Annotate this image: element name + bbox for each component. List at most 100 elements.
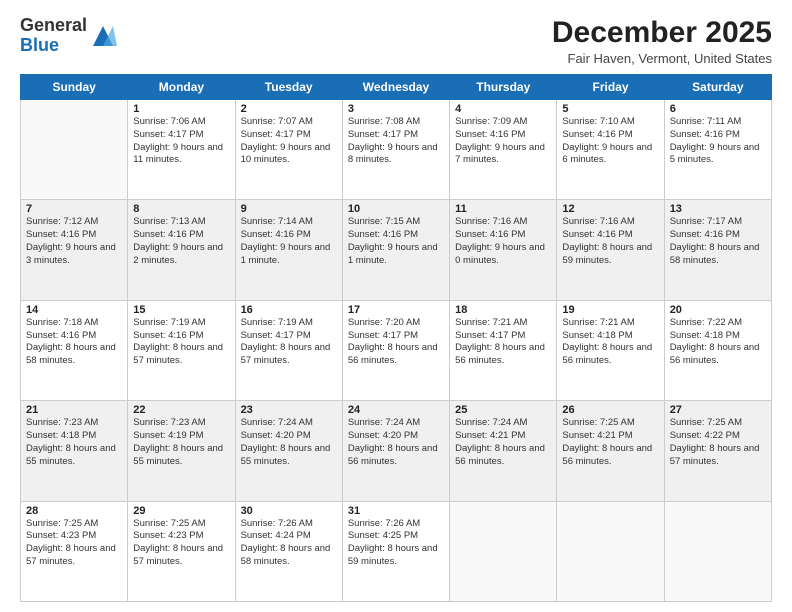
logo-blue: Blue (20, 35, 59, 55)
location: Fair Haven, Vermont, United States (552, 51, 772, 66)
weekday-header-sunday: Sunday (21, 75, 128, 100)
day-number: 9 (241, 203, 337, 215)
day-number: 19 (562, 304, 658, 316)
calendar-cell: 28Sunrise: 7:25 AMSunset: 4:23 PMDayligh… (21, 501, 128, 601)
day-info: Sunrise: 7:21 AMSunset: 4:18 PMDaylight:… (562, 317, 658, 368)
calendar-cell: 23Sunrise: 7:24 AMSunset: 4:20 PMDayligh… (235, 401, 342, 501)
day-info: Sunrise: 7:21 AMSunset: 4:17 PMDaylight:… (455, 317, 551, 368)
day-info: Sunrise: 7:11 AMSunset: 4:16 PMDaylight:… (670, 116, 766, 167)
day-info: Sunrise: 7:15 AMSunset: 4:16 PMDaylight:… (348, 216, 444, 267)
day-number: 12 (562, 203, 658, 215)
day-info: Sunrise: 7:19 AMSunset: 4:16 PMDaylight:… (133, 317, 229, 368)
weekday-header-tuesday: Tuesday (235, 75, 342, 100)
day-number: 5 (562, 103, 658, 115)
day-number: 7 (26, 203, 122, 215)
calendar-cell (557, 501, 664, 601)
day-number: 20 (670, 304, 766, 316)
month-title: December 2025 (552, 16, 772, 49)
calendar-cell: 2Sunrise: 7:07 AMSunset: 4:17 PMDaylight… (235, 100, 342, 200)
day-number: 4 (455, 103, 551, 115)
calendar-cell: 13Sunrise: 7:17 AMSunset: 4:16 PMDayligh… (664, 200, 771, 300)
day-number: 25 (455, 404, 551, 416)
day-info: Sunrise: 7:25 AMSunset: 4:23 PMDaylight:… (26, 518, 122, 569)
day-info: Sunrise: 7:10 AMSunset: 4:16 PMDaylight:… (562, 116, 658, 167)
weekday-header-friday: Friday (557, 75, 664, 100)
day-number: 30 (241, 505, 337, 517)
calendar-cell: 27Sunrise: 7:25 AMSunset: 4:22 PMDayligh… (664, 401, 771, 501)
day-info: Sunrise: 7:25 AMSunset: 4:21 PMDaylight:… (562, 417, 658, 468)
day-number: 2 (241, 103, 337, 115)
calendar-cell (21, 100, 128, 200)
weekday-header-row: SundayMondayTuesdayWednesdayThursdayFrid… (21, 75, 772, 100)
calendar-cell: 11Sunrise: 7:16 AMSunset: 4:16 PMDayligh… (450, 200, 557, 300)
day-number: 23 (241, 404, 337, 416)
day-info: Sunrise: 7:22 AMSunset: 4:18 PMDaylight:… (670, 317, 766, 368)
calendar-cell: 5Sunrise: 7:10 AMSunset: 4:16 PMDaylight… (557, 100, 664, 200)
day-info: Sunrise: 7:20 AMSunset: 4:17 PMDaylight:… (348, 317, 444, 368)
day-number: 24 (348, 404, 444, 416)
day-number: 3 (348, 103, 444, 115)
calendar-week-row: 28Sunrise: 7:25 AMSunset: 4:23 PMDayligh… (21, 501, 772, 601)
calendar-cell: 9Sunrise: 7:14 AMSunset: 4:16 PMDaylight… (235, 200, 342, 300)
day-number: 14 (26, 304, 122, 316)
day-number: 6 (670, 103, 766, 115)
calendar-week-row: 7Sunrise: 7:12 AMSunset: 4:16 PMDaylight… (21, 200, 772, 300)
day-info: Sunrise: 7:25 AMSunset: 4:23 PMDaylight:… (133, 518, 229, 569)
logo-icon (89, 22, 117, 50)
day-number: 21 (26, 404, 122, 416)
day-number: 16 (241, 304, 337, 316)
calendar-cell: 31Sunrise: 7:26 AMSunset: 4:25 PMDayligh… (342, 501, 449, 601)
calendar-cell: 16Sunrise: 7:19 AMSunset: 4:17 PMDayligh… (235, 300, 342, 400)
day-number: 8 (133, 203, 229, 215)
day-number: 11 (455, 203, 551, 215)
calendar-cell: 8Sunrise: 7:13 AMSunset: 4:16 PMDaylight… (128, 200, 235, 300)
day-number: 15 (133, 304, 229, 316)
day-number: 31 (348, 505, 444, 517)
day-info: Sunrise: 7:24 AMSunset: 4:20 PMDaylight:… (348, 417, 444, 468)
day-number: 28 (26, 505, 122, 517)
calendar-cell: 29Sunrise: 7:25 AMSunset: 4:23 PMDayligh… (128, 501, 235, 601)
weekday-header-wednesday: Wednesday (342, 75, 449, 100)
day-info: Sunrise: 7:26 AMSunset: 4:24 PMDaylight:… (241, 518, 337, 569)
calendar-cell: 25Sunrise: 7:24 AMSunset: 4:21 PMDayligh… (450, 401, 557, 501)
calendar-cell: 7Sunrise: 7:12 AMSunset: 4:16 PMDaylight… (21, 200, 128, 300)
day-info: Sunrise: 7:17 AMSunset: 4:16 PMDaylight:… (670, 216, 766, 267)
calendar-cell: 21Sunrise: 7:23 AMSunset: 4:18 PMDayligh… (21, 401, 128, 501)
day-info: Sunrise: 7:16 AMSunset: 4:16 PMDaylight:… (455, 216, 551, 267)
calendar-cell: 17Sunrise: 7:20 AMSunset: 4:17 PMDayligh… (342, 300, 449, 400)
calendar-cell: 14Sunrise: 7:18 AMSunset: 4:16 PMDayligh… (21, 300, 128, 400)
day-number: 27 (670, 404, 766, 416)
calendar-cell: 6Sunrise: 7:11 AMSunset: 4:16 PMDaylight… (664, 100, 771, 200)
weekday-header-monday: Monday (128, 75, 235, 100)
calendar-week-row: 1Sunrise: 7:06 AMSunset: 4:17 PMDaylight… (21, 100, 772, 200)
day-number: 1 (133, 103, 229, 115)
logo-general: General (20, 15, 87, 35)
day-number: 17 (348, 304, 444, 316)
day-info: Sunrise: 7:08 AMSunset: 4:17 PMDaylight:… (348, 116, 444, 167)
calendar-cell: 24Sunrise: 7:24 AMSunset: 4:20 PMDayligh… (342, 401, 449, 501)
day-info: Sunrise: 7:18 AMSunset: 4:16 PMDaylight:… (26, 317, 122, 368)
calendar-cell: 26Sunrise: 7:25 AMSunset: 4:21 PMDayligh… (557, 401, 664, 501)
calendar-cell: 15Sunrise: 7:19 AMSunset: 4:16 PMDayligh… (128, 300, 235, 400)
day-info: Sunrise: 7:12 AMSunset: 4:16 PMDaylight:… (26, 216, 122, 267)
calendar-page: General Blue December 2025 Fair Haven, V… (0, 0, 792, 612)
calendar-cell: 10Sunrise: 7:15 AMSunset: 4:16 PMDayligh… (342, 200, 449, 300)
calendar-cell: 18Sunrise: 7:21 AMSunset: 4:17 PMDayligh… (450, 300, 557, 400)
calendar-cell: 1Sunrise: 7:06 AMSunset: 4:17 PMDaylight… (128, 100, 235, 200)
day-info: Sunrise: 7:06 AMSunset: 4:17 PMDaylight:… (133, 116, 229, 167)
day-info: Sunrise: 7:23 AMSunset: 4:18 PMDaylight:… (26, 417, 122, 468)
weekday-header-thursday: Thursday (450, 75, 557, 100)
logo: General Blue (20, 16, 117, 56)
calendar-cell: 30Sunrise: 7:26 AMSunset: 4:24 PMDayligh… (235, 501, 342, 601)
weekday-header-saturday: Saturday (664, 75, 771, 100)
calendar-cell (664, 501, 771, 601)
calendar-week-row: 14Sunrise: 7:18 AMSunset: 4:16 PMDayligh… (21, 300, 772, 400)
day-number: 29 (133, 505, 229, 517)
calendar-cell: 22Sunrise: 7:23 AMSunset: 4:19 PMDayligh… (128, 401, 235, 501)
day-number: 10 (348, 203, 444, 215)
day-number: 26 (562, 404, 658, 416)
calendar-cell: 20Sunrise: 7:22 AMSunset: 4:18 PMDayligh… (664, 300, 771, 400)
day-info: Sunrise: 7:14 AMSunset: 4:16 PMDaylight:… (241, 216, 337, 267)
calendar-cell (450, 501, 557, 601)
day-info: Sunrise: 7:26 AMSunset: 4:25 PMDaylight:… (348, 518, 444, 569)
